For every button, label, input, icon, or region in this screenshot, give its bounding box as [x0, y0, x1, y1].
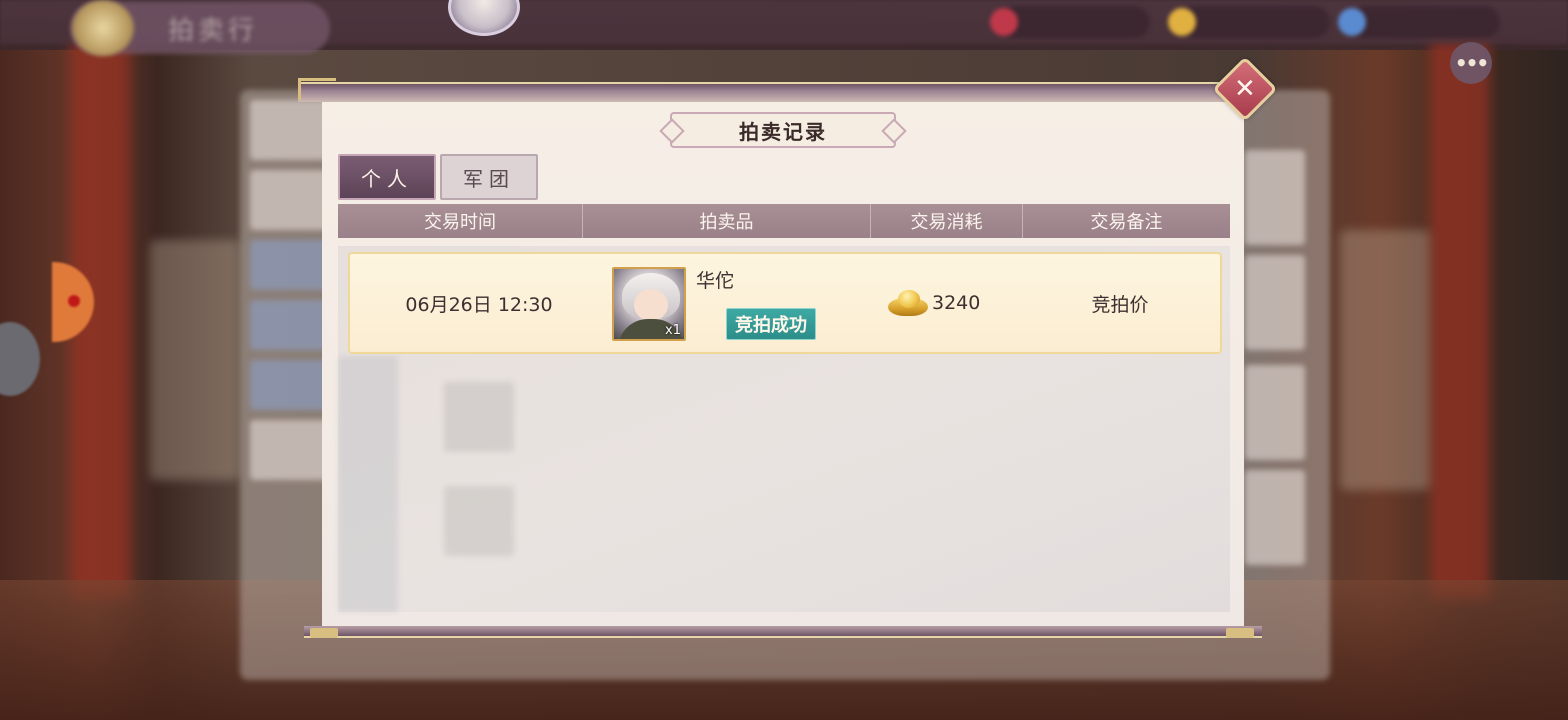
tab-personal[interactable]: 个人 [338, 154, 436, 200]
dialog-title: 拍卖记录 [739, 119, 827, 144]
table-row[interactable]: 06月26日 12:30 x1 华佗 竞拍成功 3240 竞拍价 [348, 252, 1222, 354]
resource-slot[interactable] [1000, 6, 1150, 38]
dialog-title-plate: 拍卖记录 [670, 112, 896, 148]
notification-dot [68, 295, 80, 307]
record-note: 竞拍价 [1091, 293, 1149, 316]
resource-icon [990, 8, 1018, 36]
bg-ghost [444, 486, 514, 556]
resource-slot[interactable] [1350, 6, 1500, 38]
bg-ghost [444, 382, 514, 452]
chat-bubble-icon[interactable]: ••• [1450, 42, 1492, 84]
cost-value: 3240 [932, 292, 981, 314]
item-quantity: x1 [665, 323, 681, 338]
gold-icon [1168, 8, 1196, 36]
column-header-time: 交易时间 [424, 212, 496, 233]
hero-portrait-icon[interactable]: x1 [612, 267, 686, 341]
dialog-frame-bottom [304, 626, 1262, 638]
column-header-note: 交易备注 [1022, 204, 1230, 238]
frame-ornament [298, 78, 336, 100]
dialog-frame-top [298, 82, 1262, 102]
bg-shelf [150, 240, 240, 480]
record-cost: 3240 [888, 254, 980, 352]
bg-shelf [1340, 230, 1430, 490]
tab-legion[interactable]: 军团 [440, 154, 538, 200]
record-time: 06月26日 12:30 [405, 293, 553, 316]
frame-ornament [310, 628, 338, 638]
background-title: 拍卖行 [168, 16, 259, 46]
close-icon: ✕ [1234, 73, 1256, 104]
gem-icon [1338, 8, 1366, 36]
item-name: 华佗 [696, 270, 735, 292]
frame-ornament [1226, 628, 1254, 638]
resource-slot[interactable] [1180, 6, 1330, 38]
bg-ghost [338, 356, 398, 612]
table-header: 交易时间 拍卖品 交易消耗 交易备注 [338, 204, 1230, 238]
column-header-cost: 交易消耗 [870, 204, 1022, 238]
status-badge: 竞拍成功 [726, 308, 816, 340]
auction-house-icon [72, 0, 134, 56]
bg-pillar [1430, 40, 1490, 600]
column-header-item: 拍卖品 [582, 204, 870, 238]
gold-ingot-icon [888, 288, 928, 318]
